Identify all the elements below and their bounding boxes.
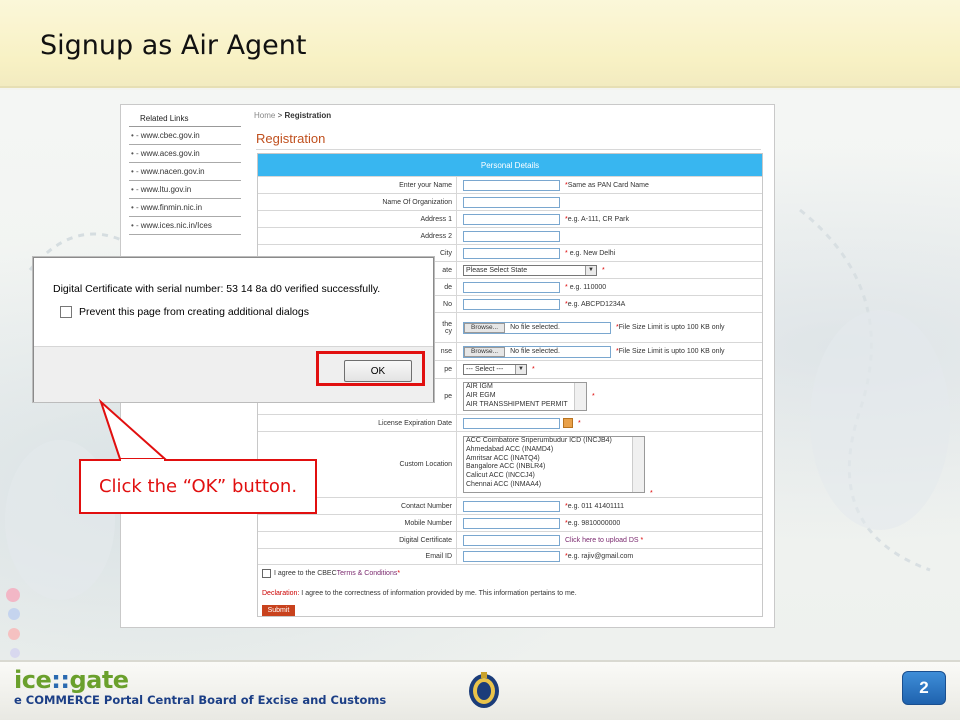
certificate-dialog: Digital Certificate with serial number: … [33,257,434,402]
address1-input[interactable] [463,213,560,225]
slide-title: Signup as Air Agent [40,30,307,61]
breadcrumb: Home > Registration [254,111,332,120]
form-row-organization: Name Of Organization [258,193,762,210]
terms-agreement: I agree to the CBEC Terms & Conditions * [262,569,400,578]
type-select[interactable]: --- Select --- ▼ [463,364,527,375]
pincode-input[interactable] [463,281,560,293]
field-label: License Expiration Date [258,415,457,431]
related-link-item[interactable]: • - www.aces.gov.in [129,145,241,163]
form-row-address2: Address 2 [258,227,762,244]
pan-input[interactable] [463,298,560,310]
cbec-emblem-icon [469,672,499,708]
calendar-icon[interactable] [563,418,573,428]
mobile-number-input[interactable] [463,517,560,529]
submit-button[interactable]: Submit [262,605,295,616]
custom-location-listbox[interactable]: ACC Coimbatore Sriperumbudur ICD (INCJB4… [463,436,645,493]
instruction-callout: Click the “OK” button. [79,459,317,514]
state-select[interactable]: Please Select State ▼ [463,264,597,276]
email-input[interactable] [463,551,560,562]
dialog-message: Digital Certificate with serial number: … [53,283,381,295]
ok-button[interactable]: OK [344,360,412,382]
field-label: Name Of Organization [258,194,457,210]
field-label: Address 1 [258,211,457,227]
digital-certificate-input[interactable] [463,534,560,546]
chevron-down-icon: ▼ [585,265,596,275]
form-row-contact: Contact Number *e.g. 011 41401111 [258,497,762,514]
declaration-text: Declaration: I agree to the correctness … [262,590,577,597]
browse-button[interactable]: Browse... [464,322,506,333]
terms-link[interactable]: Terms & Conditions [337,570,398,577]
field-label: Digital Certificate [258,532,457,548]
form-row-custom-location: Custom Location ACC Coimbatore Sriperumb… [258,431,762,497]
form-section-header: Personal Details [258,154,762,176]
contact-number-input[interactable] [463,500,560,512]
form-row-name: Enter your Name *Same as PAN Card Name [258,176,762,193]
file-upload-input[interactable]: Browse... No file selected. [463,321,611,334]
terms-checkbox[interactable] [262,569,271,578]
icegate-logo: ice::gate [14,666,129,694]
breadcrumb-home[interactable]: Home [254,111,275,120]
related-link-item[interactable]: • - www.cbec.gov.in [129,127,241,145]
prevent-dialogs-label: Prevent this page from creating addition… [79,306,309,318]
breadcrumb-current: Registration [284,111,332,120]
form-row-email: Email ID *e.g. rajiv@gmail.com [258,548,762,565]
form-row-license-expiry: License Expiration Date * [258,414,762,431]
chevron-down-icon: ▼ [515,365,526,374]
file-upload-input[interactable]: Browse... No file selected. [463,345,611,358]
field-label: Email ID [258,549,457,564]
page-number: 2 [902,671,946,705]
page-title: Registration [256,131,326,146]
field-label: Address 2 [258,228,457,244]
form-row-digital-certificate: Digital Certificate Click here to upload… [258,531,762,548]
related-link-item[interactable]: • - www.ices.nic.in/Ices [129,217,241,235]
scrollbar[interactable] [632,437,644,492]
related-links-title: Related Links [129,111,241,127]
prevent-dialogs-option[interactable]: Prevent this page from creating addition… [60,306,309,318]
license-type-listbox[interactable]: AIR IGM AIR EGM AIR TRANSSHIPMENT PERMIT [463,382,587,411]
prevent-dialogs-checkbox[interactable] [60,306,72,318]
name-input[interactable] [463,179,560,191]
form-row-address1: Address 1 *e.g. A-111, CR Park [258,210,762,227]
license-expiry-input[interactable] [463,417,560,429]
footer-subtitle: e COMMERCE Portal Central Board of Excis… [14,693,387,707]
related-link-item[interactable]: • - www.nacen.gov.in [129,163,241,181]
browse-button[interactable]: Browse... [464,346,506,357]
field-label: Mobile Number [258,515,457,531]
title-divider [256,149,761,150]
related-links-panel: Related Links • - www.cbec.gov.in • - www.… [129,111,241,235]
city-input[interactable] [463,247,560,259]
address2-input[interactable] [463,230,560,242]
upload-ds-link[interactable]: Click here to upload DS [565,537,639,544]
organization-input[interactable] [463,196,560,208]
field-label: Enter your Name [258,177,457,193]
form-row-mobile: Mobile Number *e.g. 9810000000 [258,514,762,531]
scrollbar[interactable] [574,383,586,410]
related-link-item[interactable]: • - www.finmin.nic.in [129,199,241,217]
related-link-item[interactable]: • - www.ltu.gov.in [129,181,241,199]
